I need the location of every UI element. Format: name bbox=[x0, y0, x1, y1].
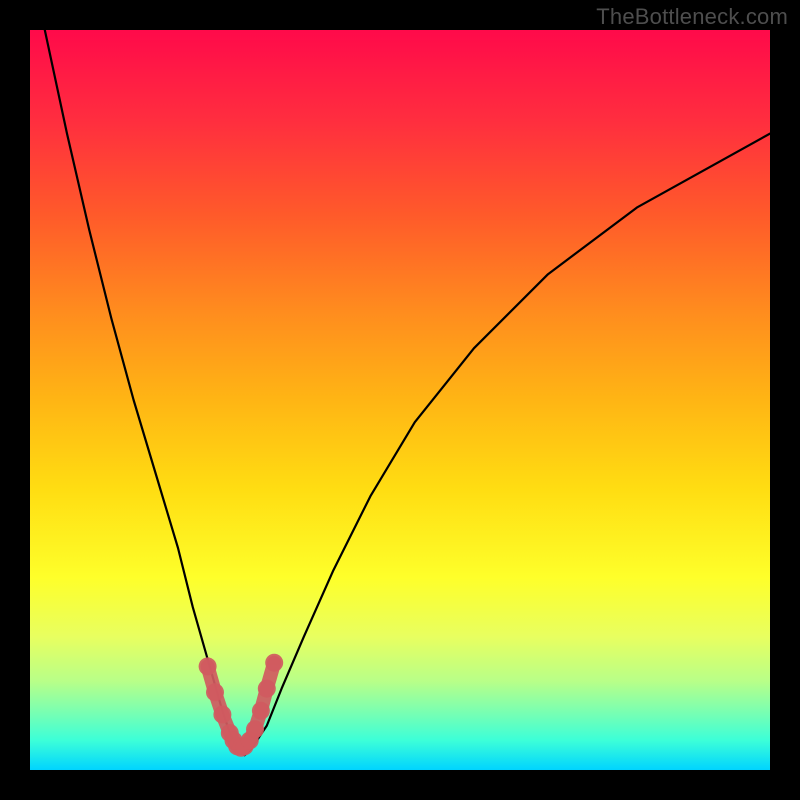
chart-canvas bbox=[30, 30, 770, 770]
highlight-dot bbox=[213, 706, 231, 724]
watermark-text: TheBottleneck.com bbox=[596, 4, 788, 30]
highlight-dot bbox=[258, 680, 276, 698]
plot-svg bbox=[30, 30, 770, 770]
highlight-dot bbox=[206, 683, 224, 701]
highlight-dot bbox=[246, 720, 264, 738]
highlight-dot bbox=[252, 702, 270, 720]
highlight-dot bbox=[199, 657, 217, 675]
bottom-highlight-dots bbox=[199, 654, 284, 757]
bottleneck-curve bbox=[45, 30, 770, 755]
highlight-dot bbox=[265, 654, 283, 672]
